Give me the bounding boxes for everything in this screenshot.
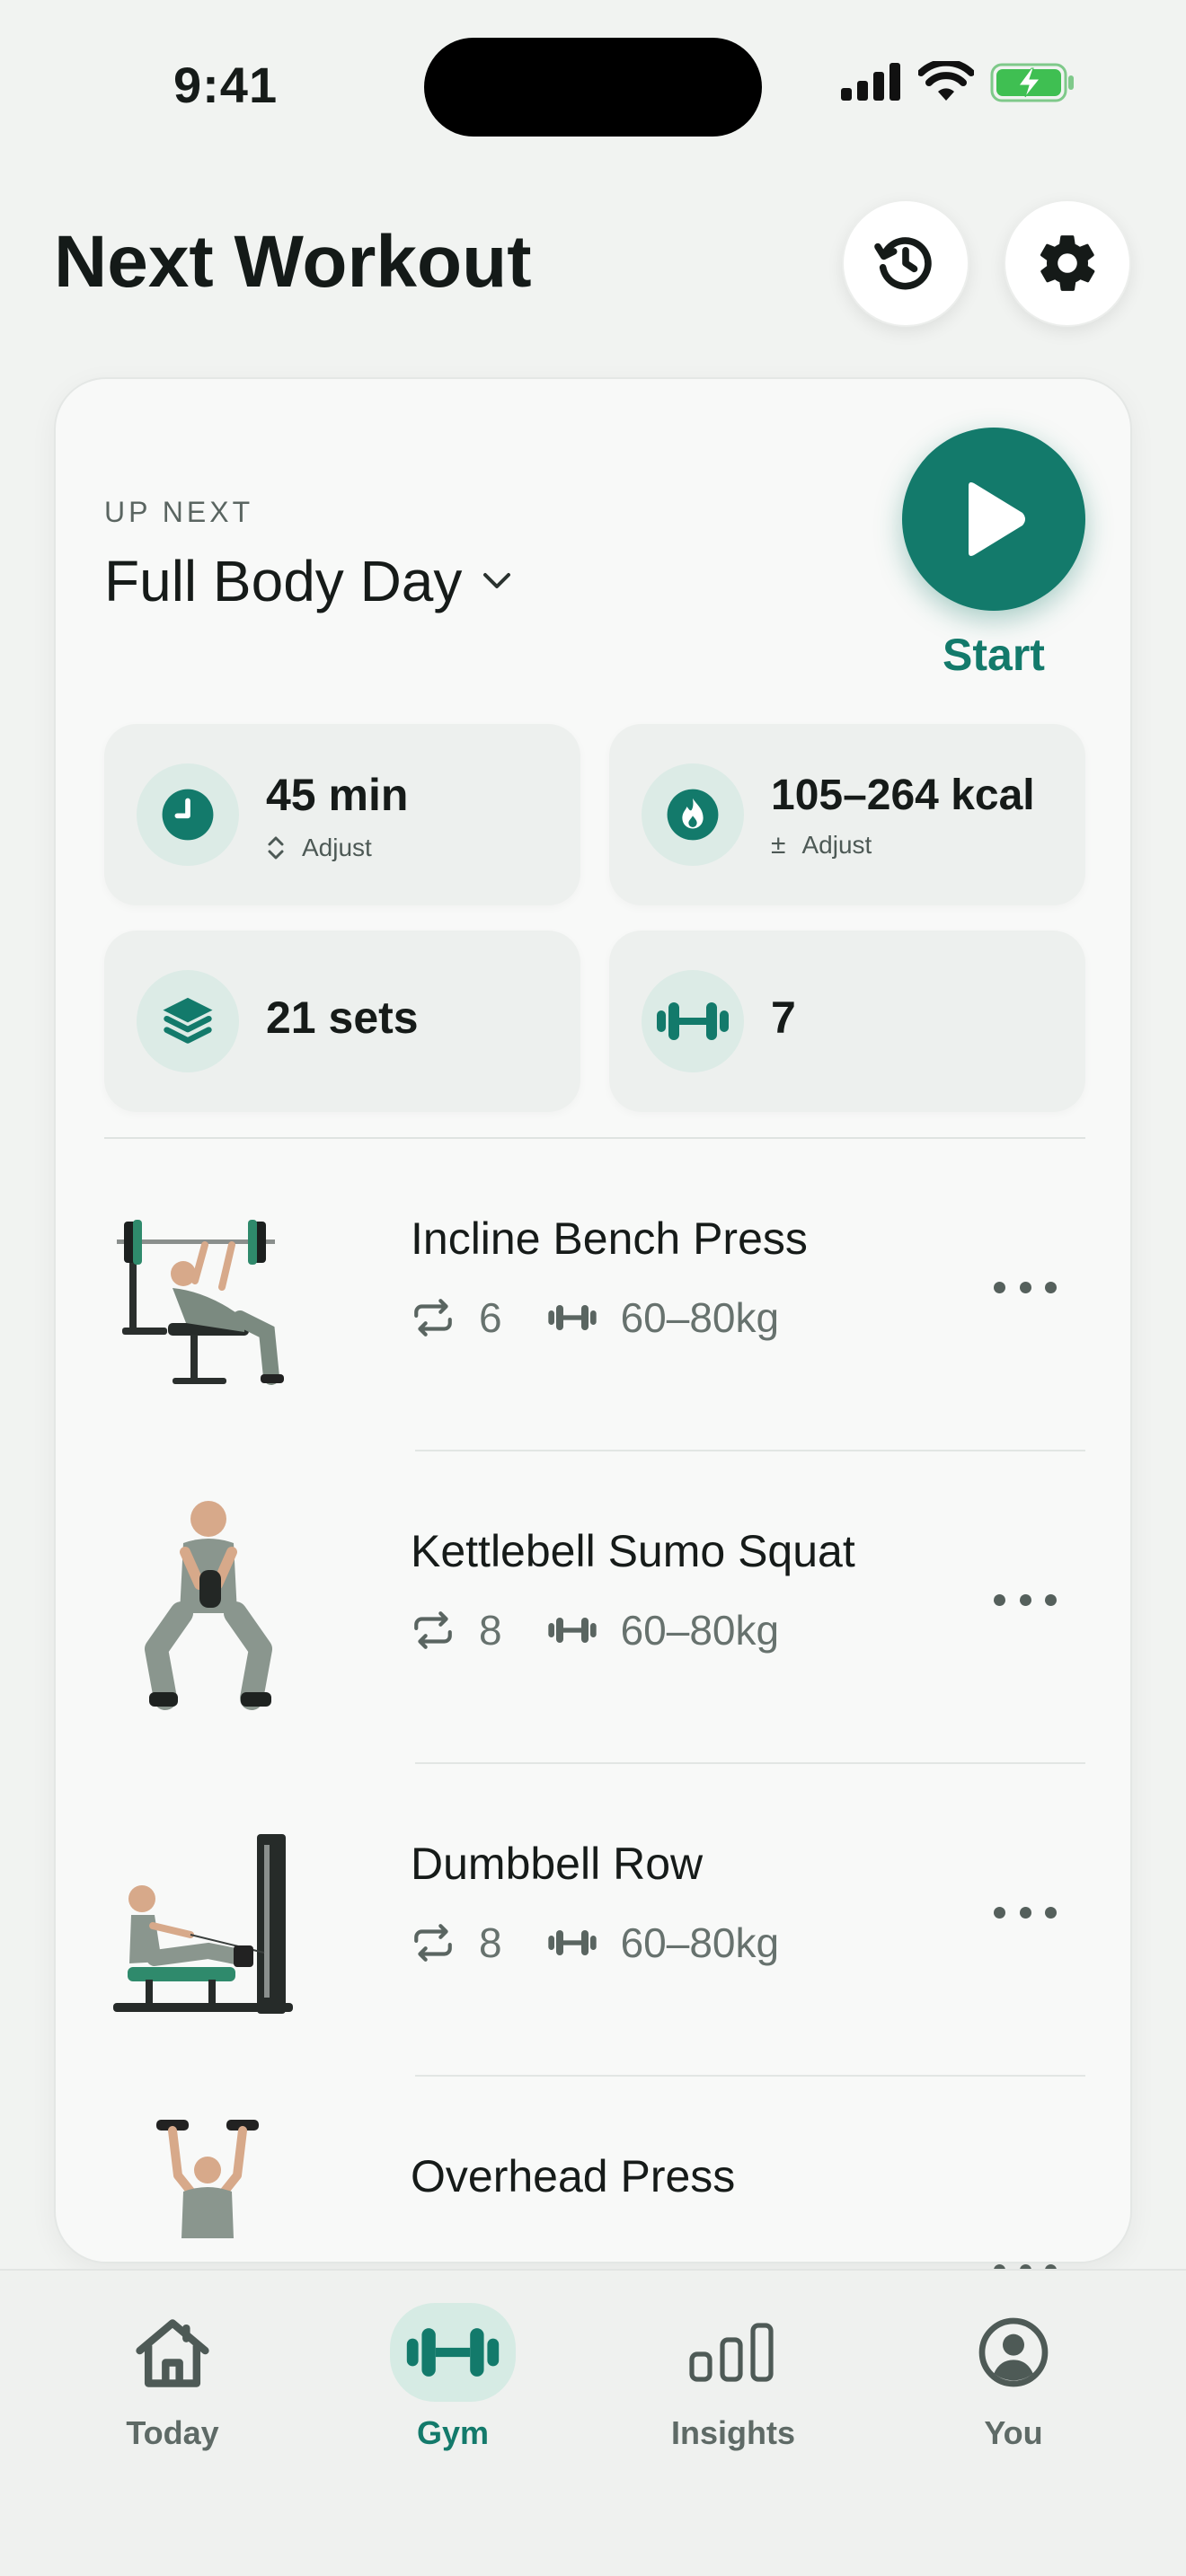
tab-you[interactable]: You: [924, 2303, 1103, 2452]
repeat-icon: [414, 1299, 452, 1337]
chevron-down-icon: [483, 573, 511, 588]
cellular-signal-icon: [841, 63, 900, 101]
start-workout-button[interactable]: [902, 428, 1085, 611]
tab-gym[interactable]: Gym: [363, 2303, 543, 2452]
dumbbell-icon: [547, 1930, 597, 1955]
duration-stat[interactable]: 45 min Adjust: [104, 724, 580, 905]
clock-icon: [162, 789, 214, 841]
tab-label: Today: [126, 2414, 219, 2451]
exercise-row[interactable]: Incline Bench Press 6 60–80kg: [56, 1139, 1134, 1451]
workout-selector[interactable]: Full Body Day: [104, 548, 512, 614]
flame-icon: [667, 789, 719, 841]
exercise-weight: 60–80kg: [620, 1607, 780, 1654]
tab-insights[interactable]: Insights: [643, 2303, 823, 2452]
dynamic-island: [424, 38, 762, 137]
status-bar: 9:41: [0, 0, 1186, 171]
exercises-count-value: 7: [771, 992, 796, 1043]
sets-value: 21 sets: [266, 992, 419, 1043]
tab-label: Insights: [670, 2414, 795, 2451]
exercise-reps: 6: [479, 1294, 502, 1341]
kettlebell-sumo-squat-illustration: [145, 1501, 272, 1710]
status-time: 9:41: [173, 57, 279, 113]
dumbbell-icon: [657, 1002, 729, 1040]
history-button[interactable]: [842, 199, 969, 327]
dumbbell-icon: [547, 1305, 597, 1330]
exercise-name: Incline Bench Press: [411, 1213, 808, 1264]
duration-value: 45 min: [266, 770, 409, 820]
dumbbell-icon: [547, 1618, 597, 1643]
workout-card: UP NEXT Full Body Day Start 45 min Adjus…: [54, 377, 1134, 2276]
exercise-weight: 60–80kg: [620, 1294, 780, 1341]
exercise-reps: 8: [479, 1607, 502, 1654]
battery-charging-icon: [990, 63, 1074, 102]
calories-value: 105–264 kcal: [771, 772, 1035, 819]
calories-stat[interactable]: 105–264 kcal ± Adjust: [609, 724, 1085, 905]
repeat-icon: [414, 1924, 452, 1962]
home-icon: [136, 2319, 209, 2387]
plus-minus-icon: ±: [771, 830, 786, 860]
tab-label: Gym: [416, 2414, 490, 2451]
dumbbell-icon: [406, 2328, 500, 2377]
more-options-button[interactable]: [994, 1899, 1057, 1926]
gear-icon: [1040, 235, 1095, 291]
exercise-row[interactable]: Dumbbell Row 8 60–80kg: [56, 1764, 1134, 2077]
settings-button[interactable]: [1004, 199, 1131, 327]
repeat-icon: [414, 1611, 452, 1649]
calories-adjust-label: Adjust: [801, 831, 872, 859]
start-label[interactable]: Start: [902, 629, 1085, 681]
chevron-up-down-icon: [268, 836, 284, 860]
more-options-button[interactable]: [994, 1586, 1057, 1613]
layers-icon: [163, 997, 213, 1044]
history-icon: [874, 237, 932, 290]
tab-bar: Today Gym Insights You: [0, 2269, 1186, 2576]
exercise-name: Kettlebell Sumo Squat: [411, 1526, 855, 1576]
dumbbell-row-illustration: [113, 1834, 293, 2014]
profile-icon: [978, 2317, 1049, 2387]
up-next-label: UP NEXT: [104, 496, 254, 528]
tab-today[interactable]: Today: [83, 2303, 262, 2452]
wifi-icon: [918, 61, 974, 101]
workout-name: Full Body Day: [104, 549, 463, 613]
exercise-name: Dumbbell Row: [411, 1839, 704, 1889]
play-icon: [969, 482, 1025, 556]
exercise-row[interactable]: Kettlebell Sumo Squat 8 60–80kg: [56, 1451, 1134, 1764]
duration-adjust-label: Adjust: [302, 834, 372, 861]
page-title: Next Workout: [54, 221, 532, 303]
more-options-button[interactable]: [994, 1274, 1057, 1301]
exercise-name: Overhead Press: [411, 2151, 736, 2201]
exercise-reps: 8: [479, 1919, 502, 1966]
bar-chart-icon: [689, 2323, 774, 2382]
sets-stat: 21 sets: [104, 931, 580, 1112]
exercise-weight: 60–80kg: [620, 1919, 780, 1966]
tab-label: You: [984, 2414, 1043, 2451]
exercises-count-stat: 7: [609, 931, 1085, 1112]
incline-bench-press-illustration: [117, 1220, 284, 1385]
